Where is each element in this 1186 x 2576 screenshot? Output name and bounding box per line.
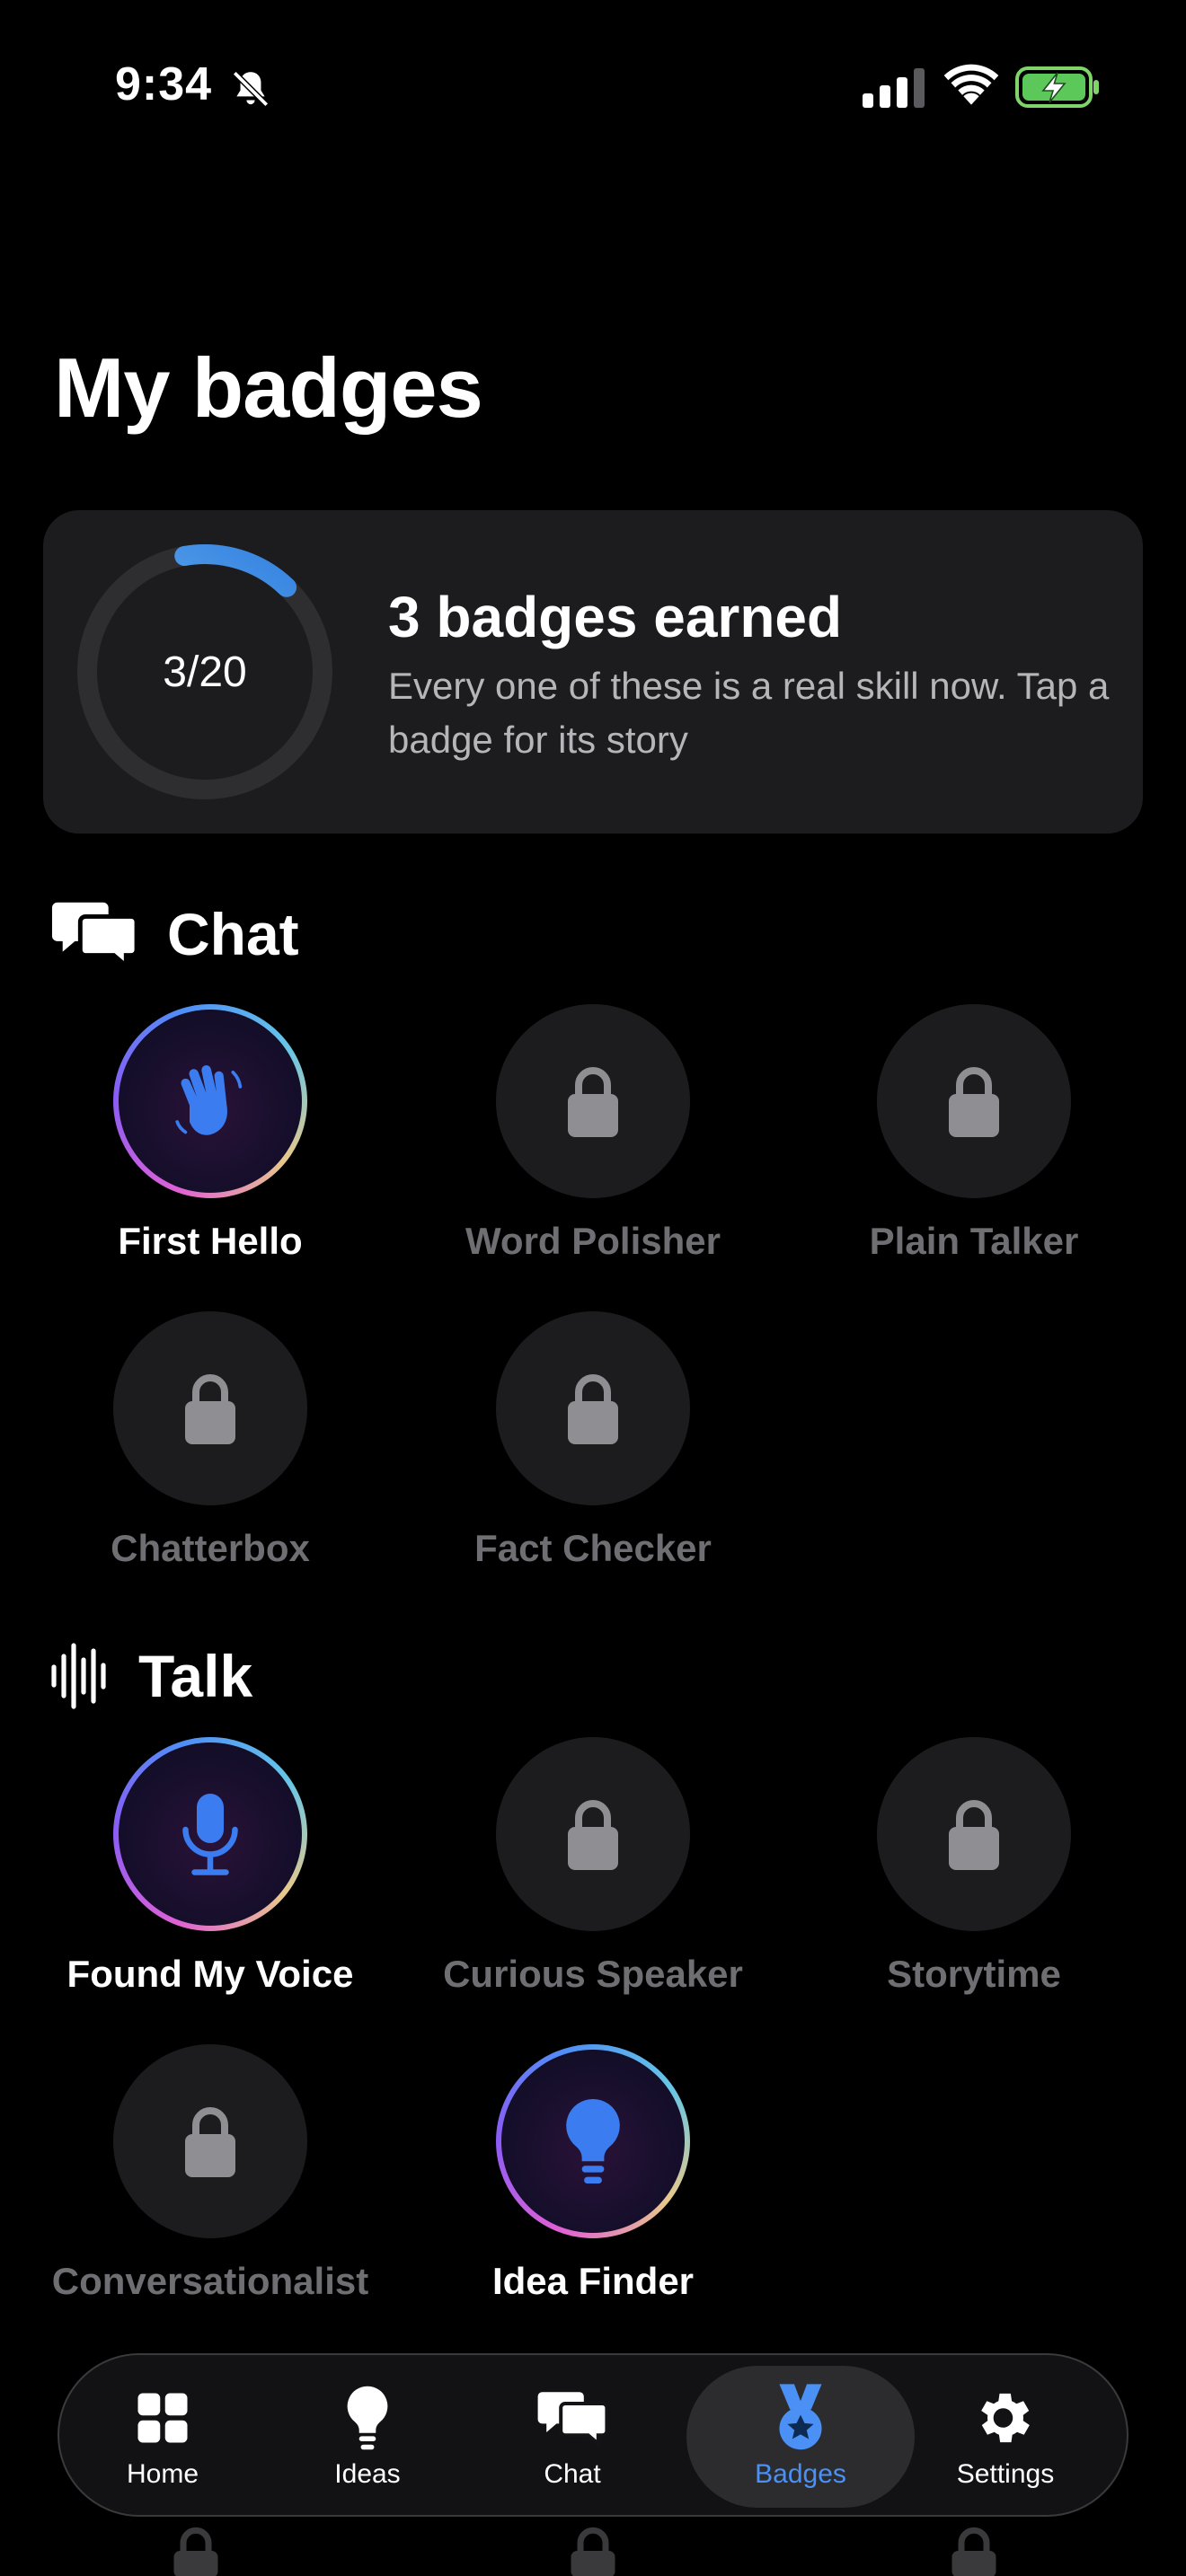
lock-icon (568, 1800, 618, 1870)
section-title-chat: Chat (167, 901, 299, 967)
section-header-chat: Chat (50, 898, 299, 970)
wifi-icon (943, 64, 999, 105)
page-title: My badges (54, 340, 483, 435)
badge-medallion (496, 1311, 690, 1505)
section-title-talk: Talk (138, 1643, 253, 1709)
tab-settings[interactable]: Settings (938, 2355, 1073, 2519)
lock-icon (185, 2107, 235, 2177)
badge-plain-talker[interactable]: Plain Talker (785, 1004, 1163, 1292)
badge-fact-checker[interactable]: Fact Checker (404, 1311, 782, 1599)
grid-icon (137, 2393, 188, 2443)
signal-icon (863, 68, 925, 108)
badge-name: Chatterbox (111, 1527, 310, 1569)
lock-icon (568, 1067, 618, 1137)
badge-medallion (496, 1737, 690, 1931)
badge-idea-finder[interactable]: Idea Finder (404, 2044, 782, 2332)
badge-name: Word Polisher (465, 1220, 721, 1262)
lock-icon (185, 1374, 235, 1444)
microphone-icon (182, 1794, 238, 1875)
tab-label: Chat (544, 2459, 601, 2489)
status-time: 9:34 (115, 58, 213, 110)
progress-count: 3/20 (163, 648, 247, 696)
status-bar: 9:34 (0, 0, 1186, 171)
battery-charging-icon (1015, 66, 1099, 108)
chat-bubbles-icon (537, 2392, 608, 2448)
lock-icon (568, 1374, 618, 1444)
badge-name: Curious Speaker (443, 1953, 743, 1995)
badge-word-polisher[interactable]: Word Polisher (404, 1004, 782, 1292)
badge-name: Conversationalist (51, 2260, 369, 2302)
tab-home[interactable]: Home (95, 2355, 230, 2519)
gear-icon (981, 2393, 1030, 2443)
lightbulb-icon (566, 2098, 620, 2184)
badge-first-hello[interactable]: First Hello (22, 1004, 399, 1292)
tab-label: Home (126, 2459, 199, 2489)
tab-label: Badges (755, 2459, 846, 2489)
badge-name: Found My Voice (66, 1953, 354, 1995)
badge-curious-speaker[interactable]: Curious Speaker (404, 1737, 782, 2025)
tab-label: Settings (956, 2459, 1055, 2489)
tab-label: Ideas (334, 2459, 401, 2489)
lock-icon (949, 1067, 999, 1137)
badge-chatterbox[interactable]: Chatterbox (22, 1311, 399, 1599)
lightbulb-icon (347, 2386, 388, 2450)
badges-earned-headline: 3 badges earned (388, 585, 843, 649)
lock-icon (949, 2524, 999, 2576)
tab-bar: Home Ideas Chat Badges Settings (58, 2353, 1128, 2517)
lock-icon (949, 1800, 999, 1870)
badge-storytime[interactable]: Storytime (785, 1737, 1163, 2025)
badge-medallion (877, 1737, 1071, 1931)
chat-bubbles-icon (51, 902, 138, 970)
badge-medallion (496, 1004, 690, 1198)
tab-ideas[interactable]: Ideas (300, 2355, 435, 2519)
waving-hand-icon (175, 1064, 243, 1135)
badges-earned-subtitle: Every one of these is a real skill now. … (388, 665, 1110, 761)
badge-name: First Hello (118, 1220, 303, 1262)
badge-medallion (113, 1311, 307, 1505)
badge-conversationalist[interactable]: Conversationalist (22, 2044, 399, 2332)
bell-slash-icon (232, 70, 270, 108)
tab-badges[interactable]: Badges (686, 2366, 915, 2508)
badge-medallion (113, 1004, 307, 1198)
badge-name: Fact Checker (474, 1527, 712, 1569)
badge-medallion (113, 2044, 307, 2238)
tab-chat[interactable]: Chat (505, 2355, 640, 2519)
badge-medallion (496, 2044, 690, 2238)
section-header-talk: Talk (50, 1640, 252, 1712)
badge-medallion (877, 1004, 1071, 1198)
waveform-icon (51, 1643, 106, 1709)
badge-name: Plain Talker (869, 1220, 1079, 1262)
medal-icon (779, 2384, 822, 2450)
badge-medallion (113, 1737, 307, 1931)
badge-name: Storytime (887, 1953, 1061, 1995)
badge-found-my-voice[interactable]: Found My Voice (22, 1737, 399, 2025)
badge-name: Idea Finder (491, 2260, 695, 2302)
lock-icon (568, 2524, 618, 2576)
lock-icon (171, 2524, 221, 2576)
badges-summary-card: 3/20 3 badges earned Every one of these … (43, 510, 1143, 834)
